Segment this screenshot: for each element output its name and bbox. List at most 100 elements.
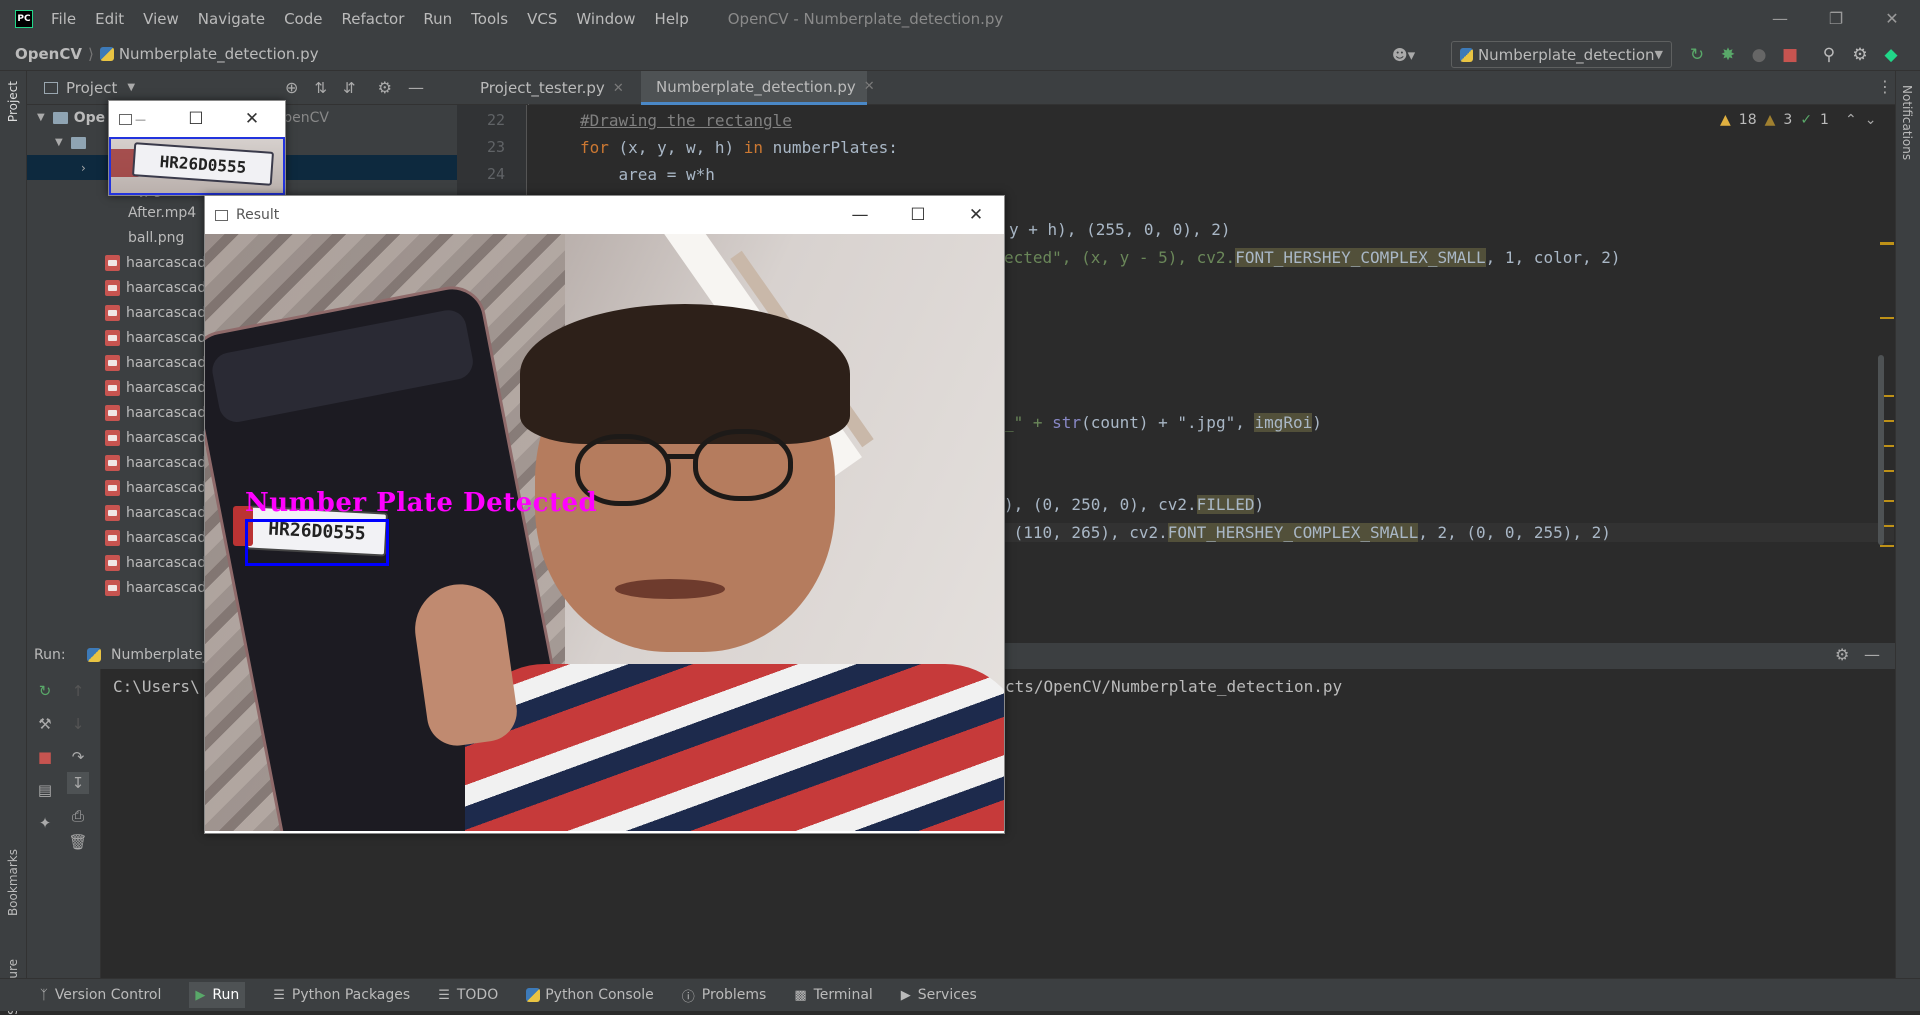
tool-label: Python Console <box>545 987 654 1003</box>
inspection-widget[interactable]: ▲ 18 ▲ 3 ✓ 1 ⌃ ⌄ <box>1720 112 1876 128</box>
chevron-down-icon[interactable]: ▼ <box>127 82 135 93</box>
more-tabs-icon[interactable]: ⋮ <box>1877 77 1893 96</box>
breadcrumb-file[interactable]: Numberplate_detection.py <box>119 45 319 63</box>
services-icon: ▶ <box>900 987 911 1003</box>
file-name: haarcascade <box>126 254 215 271</box>
tool-terminal[interactable]: ▩ Terminal <box>794 987 872 1003</box>
rerun-icon[interactable]: ↻ <box>1684 42 1710 68</box>
menu-tools[interactable]: Tools <box>471 10 508 28</box>
tool-problems[interactable]: ⓘ Problems <box>682 986 767 1005</box>
menu-edit[interactable]: Edit <box>95 10 124 28</box>
settings-gear-icon[interactable]: ⚙ <box>1835 645 1849 664</box>
xml-file-icon <box>105 504 120 521</box>
xml-file-icon <box>105 304 120 321</box>
menu-window[interactable]: Window <box>576 10 635 28</box>
code-with-me-icon[interactable]: ◆ <box>1878 42 1904 68</box>
file-name: haarcascade <box>126 279 215 296</box>
arrow-up-icon[interactable]: ↑ <box>67 680 89 702</box>
stop-icon[interactable]: ■ <box>34 746 56 768</box>
tool-label: TODO <box>456 987 499 1003</box>
roi-window[interactable]: — ☐ ✕ HR26D0555 <box>108 100 286 196</box>
menu-refactor[interactable]: Refactor <box>341 10 404 28</box>
menu-run[interactable]: Run <box>423 10 452 28</box>
tool-services[interactable]: ▶ Services <box>901 987 977 1003</box>
minimize-icon[interactable]: — <box>135 113 146 126</box>
rerun-icon[interactable]: ↻ <box>34 680 56 702</box>
tab-numberplate-detection[interactable]: Numberplate_detection.py ✕ <box>641 71 875 105</box>
tab-project-tester[interactable]: Project_tester.py ✕ <box>465 71 624 105</box>
result-window[interactable]: Result — ☐ ✕ HR26D0555 Number Plate Dete… <box>204 195 1005 834</box>
hide-panel-icon[interactable]: — <box>408 78 424 97</box>
menu-vcs[interactable]: VCS <box>527 10 557 28</box>
debug-icon[interactable]: ✸ <box>1715 42 1741 68</box>
tool-python-packages[interactable]: ☰ Python Packages <box>273 987 410 1003</box>
close-tab-icon[interactable]: ✕ <box>613 81 624 96</box>
arrow-down-icon[interactable]: ↓ <box>67 713 89 735</box>
menu-view[interactable]: View <box>143 10 179 28</box>
bookmarks-tool-tab[interactable]: Bookmarks <box>6 849 20 916</box>
error-stripe[interactable] <box>1877 105 1895 640</box>
coverage-icon[interactable]: ● <box>1746 42 1772 68</box>
run-tab[interactable]: Numberplate_ <box>111 647 210 663</box>
code-text: _" + <box>1004 413 1053 432</box>
menu-file[interactable]: File <box>51 10 76 28</box>
hide-panel-icon[interactable]: — <box>1864 645 1880 664</box>
close-tab-icon[interactable]: ✕ <box>864 79 875 94</box>
weak-warning-icon: ▲ <box>1764 112 1776 128</box>
run-configuration-select[interactable]: Numberplate_detection ▼ <box>1451 41 1672 68</box>
scrollbar-thumb[interactable] <box>1878 355 1884 545</box>
file-name: haarcascade <box>126 329 215 346</box>
maximize-icon[interactable]: ☐ <box>889 196 947 234</box>
close-icon[interactable]: ✕ <box>947 196 1005 234</box>
print-icon[interactable]: ⎙ <box>67 805 89 827</box>
bottom-tool-bar: ᛉ Version Control ▶ Run ☰ Python Packages ☰… <box>0 978 1920 1011</box>
collapse-all-icon[interactable]: ⇵ <box>343 79 356 97</box>
menu-navigate[interactable]: Navigate <box>198 10 265 28</box>
settings-gear-icon[interactable]: ⚙ <box>1847 42 1873 68</box>
wrench-icon[interactable]: ⚒ <box>34 713 56 735</box>
project-view-label[interactable]: Project <box>66 79 117 97</box>
menu-code[interactable]: Code <box>284 10 322 28</box>
file-name: After.mp4 <box>128 204 197 221</box>
left-tool-stripe: Project Bookmarks Structure <box>0 71 27 1015</box>
restore-icon[interactable]: ❐ <box>1808 0 1864 37</box>
detection-label: Number Plate Detected <box>245 488 598 518</box>
menu-bar: File Edit View Navigate Code Refactor Run Tools… <box>51 10 708 28</box>
layout-icon[interactable]: ▤ <box>34 779 56 801</box>
next-highlight-icon[interactable]: ⌄ <box>1865 112 1877 128</box>
trash-icon[interactable]: 🗑 <box>67 831 89 853</box>
close-icon[interactable]: ✕ <box>1864 0 1920 37</box>
file-name: haarcascade <box>126 354 215 371</box>
locate-file-icon[interactable]: ⊕ <box>285 78 298 97</box>
maximize-icon[interactable]: ☐ <box>171 101 221 137</box>
stop-icon[interactable]: ■ <box>1777 42 1803 68</box>
menu-help[interactable]: Help <box>655 10 689 28</box>
xml-file-icon <box>105 354 120 371</box>
tool-todo[interactable]: ☰ TODO <box>438 987 498 1003</box>
code-text: (110, 265), cv2. <box>1004 523 1168 542</box>
user-menu-icon[interactable]: ☻▾ <box>1392 43 1432 67</box>
search-icon[interactable]: ⚲ <box>1816 42 1842 68</box>
file-name: ball.png <box>128 229 185 246</box>
scroll-to-end-icon[interactable]: ↧ <box>67 772 89 794</box>
line-number: 23 <box>486 138 505 156</box>
breadcrumb-project[interactable]: OpenCV <box>15 45 82 63</box>
settings-gear-icon[interactable]: ⚙ <box>378 78 392 97</box>
tool-run[interactable]: ▶ Run <box>189 982 246 1008</box>
tool-python-console[interactable]: Python Console <box>526 987 654 1003</box>
tool-version-control[interactable]: ᛉ Version Control <box>40 987 161 1003</box>
file-name: haarcascade <box>126 479 215 496</box>
breadcrumb-separator-icon: ⟩ <box>87 44 94 63</box>
soft-wrap-icon[interactable]: ↷ <box>67 746 89 768</box>
xml-file-icon <box>105 479 120 496</box>
minimize-icon[interactable]: — <box>1752 0 1808 37</box>
pin-icon[interactable]: ✦ <box>34 812 56 834</box>
close-icon[interactable]: ✕ <box>227 101 277 137</box>
notifications-tool-tab[interactable]: Notifications <box>1900 85 1914 160</box>
previous-highlight-icon[interactable]: ⌃ <box>1845 112 1857 128</box>
info-icon: ⓘ <box>681 989 695 1005</box>
project-tool-tab[interactable]: Project <box>6 81 20 122</box>
file-name: haarcascade <box>126 554 215 571</box>
expand-all-icon[interactable]: ⇅ <box>314 79 327 97</box>
minimize-icon[interactable]: — <box>831 196 889 234</box>
